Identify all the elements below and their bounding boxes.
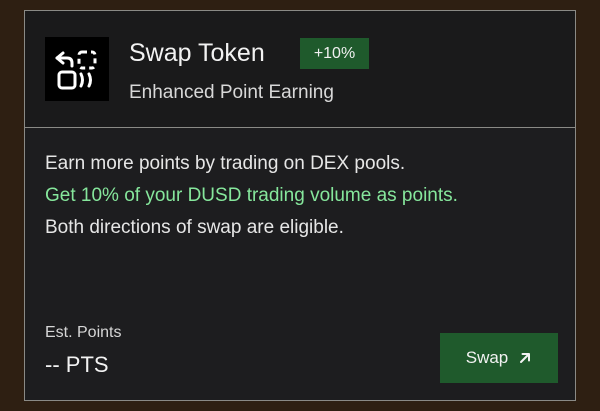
description-highlight: Get 10% of your DUSD trading volume as p… [45, 185, 458, 206]
card-header: Swap Token +10% Enhanced Point Earning [25, 11, 575, 128]
arrow-up-right-icon [518, 351, 532, 365]
description-line: Earn more points by trading on DEX pools… [45, 153, 406, 174]
card-subtitle: Enhanced Point Earning [129, 82, 334, 103]
bonus-badge: +10% [300, 38, 369, 69]
swap-token-icon [45, 37, 109, 101]
swap-token-card: Swap Token +10% Enhanced Point Earning E… [24, 10, 576, 401]
card-title: Swap Token [129, 39, 265, 67]
swap-button[interactable]: Swap [440, 333, 558, 383]
swap-button-label: Swap [465, 348, 509, 367]
description-line: Both directions of swap are eligible. [45, 217, 344, 238]
est-points-value: -- PTS [45, 352, 109, 377]
est-points-label: Est. Points [45, 324, 122, 341]
